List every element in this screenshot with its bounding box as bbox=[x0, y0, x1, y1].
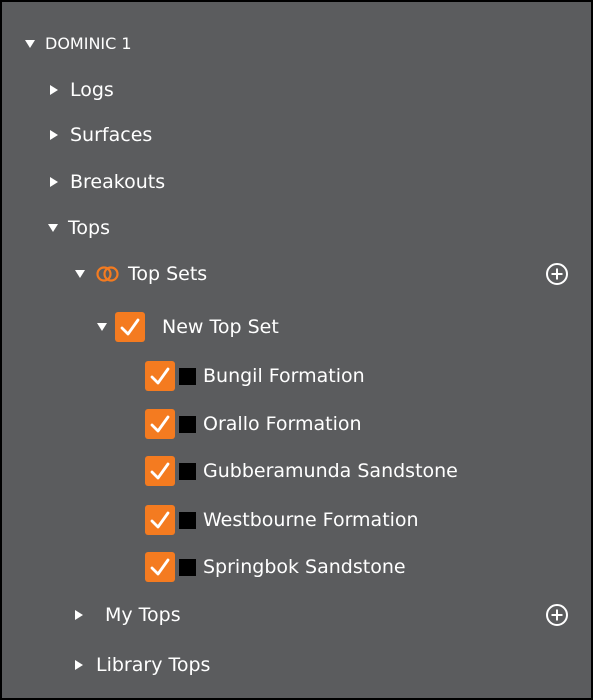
tree-node-dominic-1[interactable]: DOMINIC 1 bbox=[2, 22, 591, 66]
expanded-triangle-icon[interactable] bbox=[75, 270, 85, 278]
tree-node-logs[interactable]: Logs bbox=[2, 68, 591, 112]
color-swatch[interactable] bbox=[179, 511, 196, 529]
formation-label: Bungil Formation bbox=[203, 364, 365, 387]
collapsed-triangle-icon[interactable] bbox=[75, 660, 83, 670]
checkmark-icon bbox=[150, 558, 170, 576]
add-top-set-icon[interactable] bbox=[545, 262, 569, 286]
tree-node-new-top-set[interactable]: New Top Set bbox=[2, 305, 591, 349]
color-swatch[interactable] bbox=[179, 462, 196, 480]
collapsed-triangle-icon[interactable] bbox=[75, 610, 83, 620]
collapsed-triangle-icon[interactable] bbox=[50, 85, 58, 95]
formation-label: Orallo Formation bbox=[203, 412, 362, 435]
formation-row[interactable]: Westbourne Formation bbox=[2, 498, 591, 542]
tree-node-label: Logs bbox=[70, 78, 114, 101]
color-swatch[interactable] bbox=[179, 367, 196, 385]
tree-node-label: Tops bbox=[68, 216, 110, 239]
collapsed-triangle-icon[interactable] bbox=[50, 177, 58, 187]
checkmark-icon bbox=[150, 415, 170, 433]
add-my-tops-icon[interactable] bbox=[545, 603, 569, 627]
tree-node-label: New Top Set bbox=[162, 315, 279, 338]
tree-node-tops[interactable]: Tops bbox=[2, 206, 591, 250]
formation-row[interactable]: Gubberamunda Sandstone bbox=[2, 449, 591, 493]
color-swatch[interactable] bbox=[179, 558, 196, 576]
tree-panel: DOMINIC 1 Logs Surfaces Breakouts Tops T… bbox=[0, 0, 593, 700]
checkmark-icon bbox=[150, 367, 170, 385]
tree-node-my-tops[interactable]: My Tops bbox=[2, 593, 591, 637]
tree-node-surfaces[interactable]: Surfaces bbox=[2, 113, 591, 157]
checkmark-icon bbox=[150, 462, 170, 480]
formation-row[interactable]: Springbok Sandstone bbox=[2, 545, 591, 589]
checkbox-checked[interactable] bbox=[145, 409, 175, 439]
formation-label: Springbok Sandstone bbox=[203, 555, 406, 578]
expanded-triangle-icon[interactable] bbox=[25, 40, 35, 48]
tree-node-label: Top Sets bbox=[128, 262, 208, 285]
checkbox-checked[interactable] bbox=[115, 312, 145, 342]
tree-node-label: Surfaces bbox=[70, 123, 153, 146]
tree-node-label: Library Tops bbox=[96, 653, 211, 676]
expanded-triangle-icon[interactable] bbox=[97, 323, 107, 331]
checkmark-icon bbox=[120, 318, 140, 336]
checkbox-checked[interactable] bbox=[145, 456, 175, 486]
formation-row[interactable]: Orallo Formation bbox=[2, 402, 591, 446]
tree-node-label: DOMINIC 1 bbox=[45, 34, 132, 53]
tree-node-label: My Tops bbox=[105, 603, 181, 626]
tree-node-label: Breakouts bbox=[70, 170, 166, 193]
formation-label: Westbourne Formation bbox=[203, 508, 419, 531]
tree-node-library-tops[interactable]: Library Tops bbox=[2, 643, 591, 687]
checkbox-checked[interactable] bbox=[145, 552, 175, 582]
tree-node-breakouts[interactable]: Breakouts bbox=[2, 160, 591, 204]
checkmark-icon bbox=[150, 511, 170, 529]
checkbox-checked[interactable] bbox=[145, 505, 175, 535]
checkbox-checked[interactable] bbox=[145, 361, 175, 391]
formation-label: Gubberamunda Sandstone bbox=[203, 459, 458, 482]
formation-row[interactable]: Bungil Formation bbox=[2, 354, 591, 398]
collapsed-triangle-icon[interactable] bbox=[50, 130, 58, 140]
expanded-triangle-icon[interactable] bbox=[48, 224, 58, 232]
color-swatch[interactable] bbox=[179, 415, 196, 433]
tree-node-top-sets[interactable]: Top Sets bbox=[2, 252, 591, 296]
linked-rings-icon bbox=[95, 264, 121, 284]
